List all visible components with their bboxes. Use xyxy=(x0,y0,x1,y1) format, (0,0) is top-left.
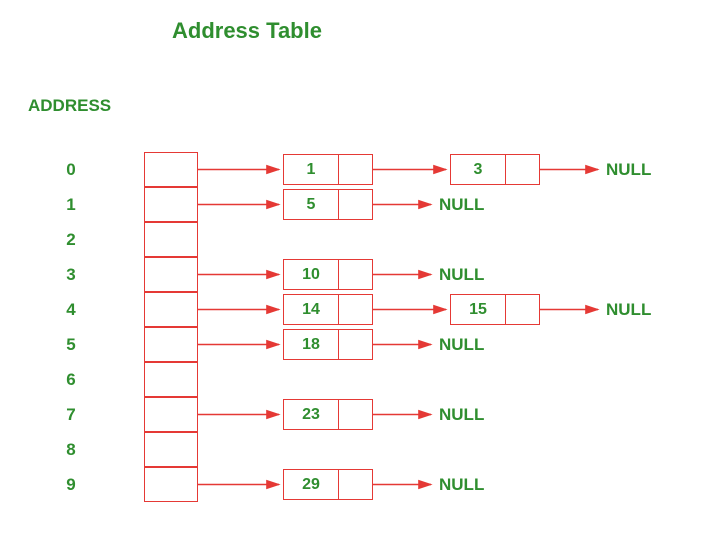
list-node: 15 xyxy=(450,294,540,325)
node-value: 29 xyxy=(284,470,339,499)
bucket-cell xyxy=(144,467,198,502)
bucket-cell xyxy=(144,152,198,187)
node-value: 10 xyxy=(284,260,339,289)
address-index: 1 xyxy=(56,195,86,215)
address-index: 5 xyxy=(56,335,86,355)
list-node: 18 xyxy=(283,329,373,360)
null-label: NULL xyxy=(606,300,651,320)
address-index: 3 xyxy=(56,265,86,285)
address-index: 2 xyxy=(56,230,86,250)
address-index: 7 xyxy=(56,405,86,425)
list-node: 10 xyxy=(283,259,373,290)
node-value: 5 xyxy=(284,190,339,219)
bucket-cell xyxy=(144,187,198,222)
bucket-cell xyxy=(144,362,198,397)
null-label: NULL xyxy=(606,160,651,180)
address-index: 0 xyxy=(56,160,86,180)
list-node: 1 xyxy=(283,154,373,185)
node-value: 15 xyxy=(451,295,506,324)
address-index: 9 xyxy=(56,475,86,495)
address-index: 8 xyxy=(56,440,86,460)
address-header: ADDRESS xyxy=(28,96,111,116)
null-label: NULL xyxy=(439,475,484,495)
list-node: 23 xyxy=(283,399,373,430)
list-node: 29 xyxy=(283,469,373,500)
null-label: NULL xyxy=(439,265,484,285)
null-label: NULL xyxy=(439,195,484,215)
null-label: NULL xyxy=(439,335,484,355)
bucket-cell xyxy=(144,327,198,362)
list-node: 14 xyxy=(283,294,373,325)
node-value: 14 xyxy=(284,295,339,324)
list-node: 5 xyxy=(283,189,373,220)
address-index: 6 xyxy=(56,370,86,390)
node-value: 23 xyxy=(284,400,339,429)
node-value: 3 xyxy=(451,155,506,184)
list-node: 3 xyxy=(450,154,540,185)
bucket-cell xyxy=(144,432,198,467)
address-index: 4 xyxy=(56,300,86,320)
bucket-cell xyxy=(144,397,198,432)
bucket-cell xyxy=(144,222,198,257)
node-value: 1 xyxy=(284,155,339,184)
null-label: NULL xyxy=(439,405,484,425)
bucket-cell xyxy=(144,257,198,292)
diagram-title: Address Table xyxy=(172,18,322,44)
bucket-cell xyxy=(144,292,198,327)
node-value: 18 xyxy=(284,330,339,359)
